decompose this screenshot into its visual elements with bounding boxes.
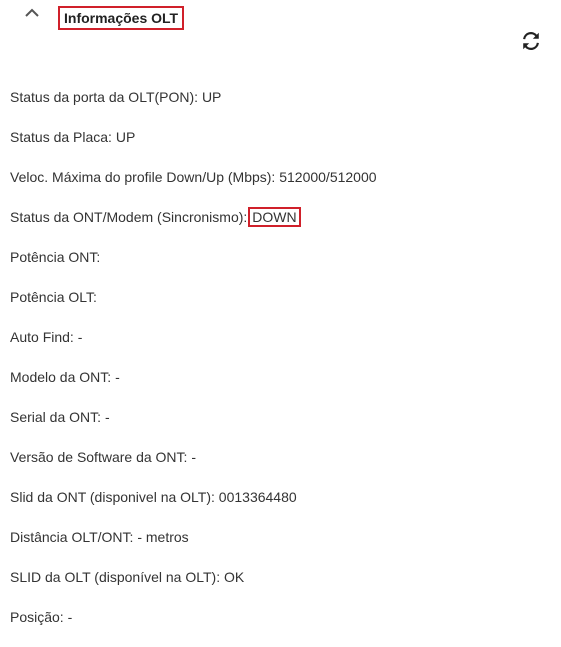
info-label: SLID da OLT (disponível na OLT): [10, 569, 221, 585]
info-value: UP [115, 129, 136, 145]
info-value: - [104, 409, 110, 425]
info-label: Veloc. Máxima do profile Down/Up (Mbps): [10, 169, 276, 185]
refresh-icon[interactable] [520, 30, 542, 52]
info-value: 0013364480 [218, 489, 297, 505]
info-value: - [67, 609, 73, 625]
info-row-position: Posição: - [10, 607, 377, 647]
info-row-ont-model: Modelo da ONT: - [10, 367, 377, 407]
info-row-olt-ont-distance: Distância OLT/ONT: - metros [10, 527, 377, 567]
info-label: Slid da ONT (disponivel na OLT): [10, 489, 215, 505]
info-label: Posição: [10, 609, 64, 625]
info-row-ont-software-version: Versão de Software da ONT: - [10, 447, 377, 487]
panel-title: Informações OLT [58, 6, 185, 30]
info-row-ont-sync-status: Status da ONT/Modem (Sincronismo): DOWN [10, 207, 377, 247]
info-value: - [115, 369, 120, 385]
info-value: - metros [137, 529, 189, 545]
info-label: Versão de Software da ONT: [10, 449, 188, 465]
info-label: Status da ONT/Modem (Sincronismo): [10, 209, 248, 225]
info-row-auto-find: Auto Find: - [10, 327, 377, 367]
info-row-olt-power: Potência OLT: [10, 287, 377, 327]
info-value-highlighted: DOWN [248, 207, 301, 227]
info-label: Distância OLT/ONT: [10, 529, 134, 545]
info-row-pon-status: Status da porta da OLT(PON): UP [10, 87, 377, 127]
info-label: Modelo da ONT: [10, 369, 112, 385]
info-label: Status da Placa: [10, 129, 112, 145]
info-label: Potência ONT: [10, 249, 101, 265]
info-value: 512000/512000 [279, 169, 377, 185]
info-value: - [77, 329, 83, 345]
info-value: - [191, 449, 196, 465]
info-row-ont-power: Potência ONT: [10, 247, 377, 287]
info-row-board-status: Status da Placa: UP [10, 127, 377, 167]
info-value: OK [224, 569, 245, 585]
info-label: Status da porta da OLT(PON): [10, 89, 199, 105]
info-label: Serial da ONT: [10, 409, 102, 425]
info-label: Auto Find: [10, 329, 74, 345]
chevron-up-icon[interactable] [22, 4, 42, 22]
info-row-olt-slid: SLID da OLT (disponível na OLT): OK [10, 567, 377, 607]
info-label: Potência OLT: [10, 289, 97, 305]
olt-info-list: Status da porta da OLT(PON): UP Status d… [10, 87, 377, 647]
info-value: UP [201, 89, 222, 105]
panel-header: Informações OLT [0, 0, 561, 50]
info-row-max-speed: Veloc. Máxima do profile Down/Up (Mbps):… [10, 167, 377, 207]
info-row-ont-slid: Slid da ONT (disponivel na OLT): 0013364… [10, 487, 377, 527]
info-row-ont-serial: Serial da ONT: - [10, 407, 377, 447]
